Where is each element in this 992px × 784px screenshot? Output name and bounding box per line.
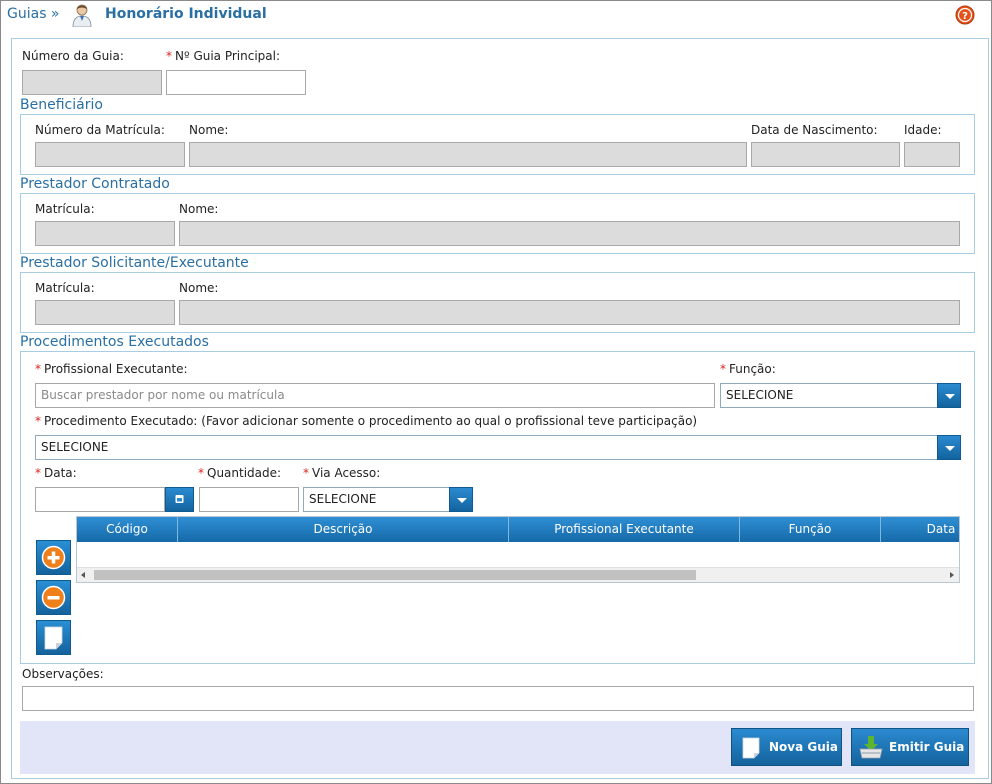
breadcrumb-guias[interactable]: Guias »	[7, 6, 60, 22]
new-document-icon	[742, 737, 760, 759]
beneficiario-nome-field	[189, 142, 747, 167]
col-profissional[interactable]: Profissional Executante	[509, 517, 740, 542]
procedimento-select-value: SELECIONE	[41, 440, 109, 454]
profissional-search-input[interactable]: Buscar prestador por nome ou matrícula	[35, 383, 715, 408]
user-doctor-icon	[71, 3, 93, 28]
contratado-nome-label: Nome:	[179, 202, 219, 216]
page-title: Honorário Individual	[105, 6, 267, 22]
col-funcao[interactable]: Função	[740, 517, 881, 542]
via-acesso-select[interactable]: SELECIONE	[303, 487, 473, 512]
chevron-down-icon[interactable]	[937, 435, 961, 460]
guia-principal-input[interactable]	[166, 70, 306, 95]
beneficiario-matricula-field	[35, 142, 185, 167]
beneficiario-nascimento-label: Data de Nascimento:	[751, 123, 878, 137]
procedimento-select[interactable]: SELECIONE	[35, 435, 961, 460]
col-data[interactable]: Data	[881, 517, 959, 542]
procedimento-label: * Procedimento Executado: (Favor adiciona…	[35, 414, 698, 428]
quantidade-label: * Quantidade:	[198, 466, 282, 480]
chevron-down-icon[interactable]	[449, 487, 473, 512]
profissional-label: * Profissional Executante:	[35, 362, 188, 376]
nova-guia-button[interactable]: Nova Guia	[731, 728, 842, 766]
procedimentos-title: Procedimentos Executados	[20, 334, 209, 350]
emitir-guia-label: Emitir Guia	[889, 740, 965, 754]
col-descricao[interactable]: Descrição	[178, 517, 509, 542]
solicitante-matricula-label: Matrícula:	[35, 281, 95, 295]
window-frame: Guias » Honorário Individual ? Número da…	[0, 0, 992, 784]
add-procedure-button[interactable]	[36, 540, 71, 575]
clear-procedure-button[interactable]	[36, 620, 71, 655]
data-input[interactable]	[35, 487, 165, 512]
help-icon[interactable]: ?	[955, 5, 975, 25]
observacoes-input[interactable]	[22, 686, 974, 711]
scroll-right-arrow-icon[interactable]	[950, 572, 954, 578]
beneficiario-nascimento-field	[751, 142, 900, 167]
beneficiario-matricula-label: Número da Matrícula:	[35, 123, 165, 137]
contratado-nome-field	[179, 221, 960, 246]
via-acesso-select-value: SELECIONE	[309, 492, 377, 506]
beneficiario-idade-label: Idade:	[904, 123, 942, 137]
grid-hscrollbar[interactable]	[77, 567, 959, 582]
calendar-icon[interactable]	[165, 487, 194, 512]
beneficiario-idade-field	[904, 142, 960, 167]
col-codigo[interactable]: Código	[77, 517, 178, 542]
svg-text:?: ?	[962, 11, 968, 22]
scroll-thumb[interactable]	[94, 570, 696, 580]
solicitante-nome-label: Nome:	[179, 281, 219, 295]
numero-guia-label: Número da Guia:	[22, 49, 124, 63]
data-label: * Data:	[35, 466, 77, 480]
funcao-select[interactable]: SELECIONE	[720, 383, 961, 408]
via-acesso-label: * Via Acesso:	[303, 466, 381, 480]
remove-procedure-button[interactable]	[36, 580, 71, 615]
plus-icon	[41, 545, 66, 570]
printer-download-icon	[859, 736, 883, 759]
prestador-solicitante-title: Prestador Solicitante/Executante	[20, 255, 249, 271]
grid-header: Código Descrição Profissional Executante…	[77, 517, 959, 542]
nova-guia-label: Nova Guia	[769, 740, 838, 754]
chevron-down-icon[interactable]	[937, 383, 961, 408]
observacoes-label: Observações:	[22, 667, 104, 681]
solicitante-matricula-field	[35, 300, 175, 325]
contratado-matricula-field	[35, 221, 175, 246]
beneficiario-title: Beneficiário	[20, 97, 103, 113]
funcao-label: * Função:	[720, 362, 776, 376]
emitir-guia-button[interactable]: Emitir Guia	[851, 728, 969, 766]
prestador-contratado-title: Prestador Contratado	[20, 176, 170, 192]
quantidade-input[interactable]	[199, 487, 299, 512]
beneficiario-nome-label: Nome:	[189, 123, 229, 137]
solicitante-nome-field	[179, 300, 960, 325]
guia-principal-label: * Nº Guia Principal:	[166, 49, 281, 63]
procedures-grid: Código Descrição Profissional Executante…	[76, 516, 960, 583]
contratado-matricula-label: Matrícula:	[35, 202, 95, 216]
scroll-left-arrow-icon[interactable]	[81, 572, 85, 578]
blank-page-icon	[44, 626, 63, 650]
numero-guia-field	[22, 70, 162, 95]
minus-icon	[41, 585, 66, 610]
funcao-select-value: SELECIONE	[726, 388, 794, 402]
profissional-placeholder: Buscar prestador por nome ou matrícula	[41, 388, 285, 402]
